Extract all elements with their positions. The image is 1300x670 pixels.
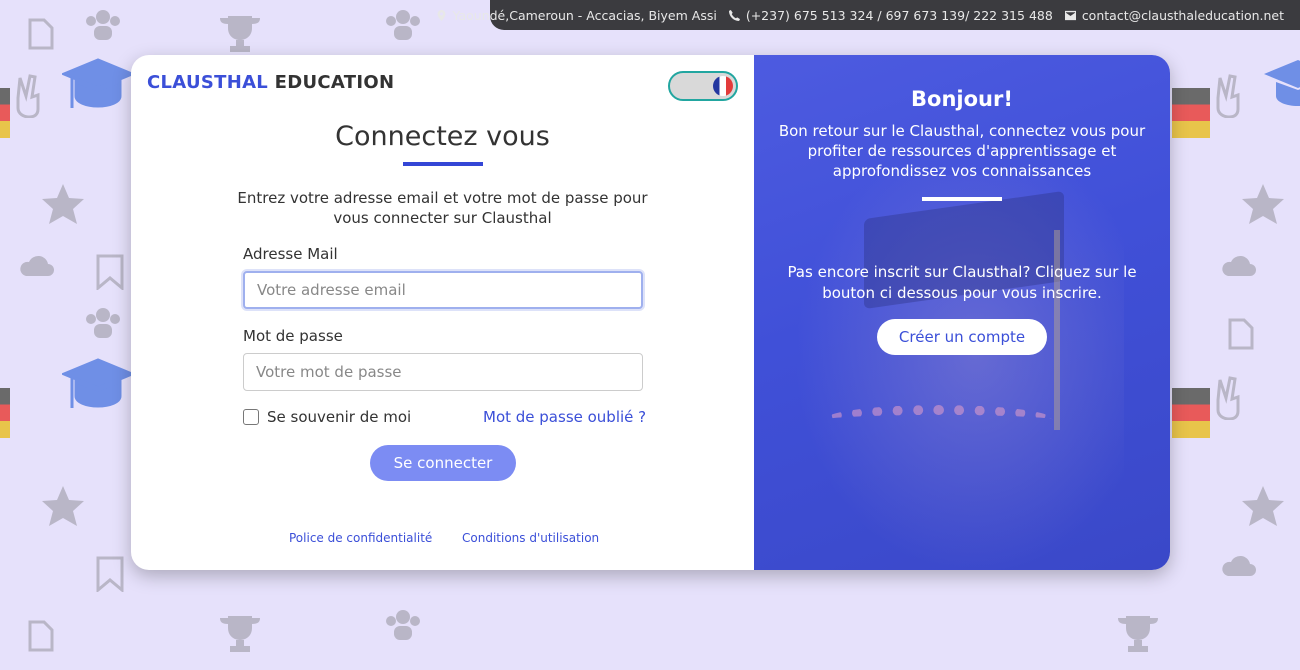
france-flag-icon — [713, 76, 733, 96]
users-icon — [386, 10, 420, 40]
privacy-policy-link[interactable]: Police de confidentialité — [289, 531, 432, 545]
create-account-button[interactable]: Créer un compte — [877, 319, 1047, 355]
victory-hand-icon — [1216, 74, 1240, 118]
login-card: CLAUSTHAL EDUCATION Connectez vous Entre… — [131, 55, 1170, 570]
password-field[interactable] — [243, 353, 643, 391]
users-icon — [86, 10, 120, 40]
map-marker-icon — [437, 9, 445, 21]
german-flag-stripe — [1172, 88, 1210, 138]
graduation-cap-icon — [62, 358, 134, 408]
german-flag-stripe — [0, 88, 10, 138]
graduation-cap-icon — [62, 58, 134, 108]
title-underline — [403, 162, 483, 166]
email-label: Adresse Mail — [243, 245, 338, 263]
phone-text: (+237) 675 513 324 / 697 673 139/ 222 31… — [745, 7, 1053, 23]
trophy-icon — [220, 616, 260, 652]
german-flag-stripe — [0, 388, 10, 438]
address-item: Yaoundé,Cameroun - Accacias, Biyem Assi — [436, 8, 717, 23]
password-label: Mot de passe — [243, 327, 343, 345]
phone-icon — [728, 9, 740, 21]
remember-me-label: Se souvenir de moi — [267, 408, 412, 426]
email-item: contact@clausthaleducation.net — [1064, 8, 1284, 23]
forgot-password-link[interactable]: Mot de passe oublié ? — [483, 408, 646, 426]
language-toggle[interactable] — [668, 71, 738, 101]
page-title: Connectez vous — [335, 121, 550, 152]
welcome-underline — [922, 197, 1002, 201]
star-icon — [1242, 486, 1284, 526]
remember-me-checkbox[interactable] — [243, 409, 259, 425]
remember-me[interactable]: Se souvenir de moi — [243, 408, 411, 426]
bookmark-icon — [96, 556, 124, 592]
email-field[interactable] — [243, 271, 643, 309]
users-icon — [386, 610, 420, 640]
cloud-upload-icon — [20, 255, 54, 276]
document-icon — [28, 18, 54, 50]
email-text[interactable]: contact@clausthaleducation.net — [1082, 8, 1284, 23]
german-flag-stripe — [1172, 388, 1210, 438]
signup-prompt: Pas encore inscrit sur Clausthal? Clique… — [787, 263, 1137, 302]
cloud-upload-icon — [1222, 555, 1256, 576]
phone-item: (+237) 675 513 324 / 697 673 139/ 222 31… — [728, 7, 1053, 23]
bookmark-icon — [96, 254, 124, 290]
document-icon — [28, 620, 54, 652]
terms-of-use-link[interactable]: Conditions d'utilisation — [462, 531, 599, 545]
trophy-icon — [1118, 616, 1158, 652]
graduate-photo-tassel — [1054, 230, 1060, 430]
star-icon — [42, 184, 84, 224]
trophy-icon — [220, 16, 260, 52]
brand-logo[interactable]: CLAUSTHAL EDUCATION — [147, 72, 394, 93]
login-intro-text: Entrez votre adresse email et votre mot … — [237, 189, 648, 227]
brand-name-part1: CLAUSTHAL — [147, 72, 269, 93]
users-icon — [86, 308, 120, 338]
welcome-title: Bonjour! — [911, 87, 1013, 111]
welcome-panel: Bonjour! Bon retour sur le Clausthal, co… — [754, 55, 1170, 570]
brand-name-part2: EDUCATION — [274, 72, 395, 93]
star-icon — [42, 486, 84, 526]
contact-bar: Yaoundé,Cameroun - Accacias, Biyem Assi … — [437, 0, 1300, 30]
victory-hand-icon — [16, 74, 40, 118]
login-panel: CLAUSTHAL EDUCATION Connectez vous Entre… — [131, 55, 754, 570]
graduate-photo-sparkles — [824, 405, 1054, 435]
welcome-text: Bon retour sur le Clausthal, connectez v… — [778, 122, 1146, 180]
login-button[interactable]: Se connecter — [370, 445, 516, 481]
envelope-icon — [1064, 10, 1076, 20]
cloud-upload-icon — [1222, 255, 1256, 276]
document-icon — [1228, 318, 1254, 350]
star-icon — [1242, 184, 1284, 224]
graduation-cap-icon — [1264, 60, 1300, 106]
victory-hand-icon — [1216, 376, 1240, 420]
address-text: Yaoundé,Cameroun - Accacias, Biyem Assi — [452, 7, 717, 23]
